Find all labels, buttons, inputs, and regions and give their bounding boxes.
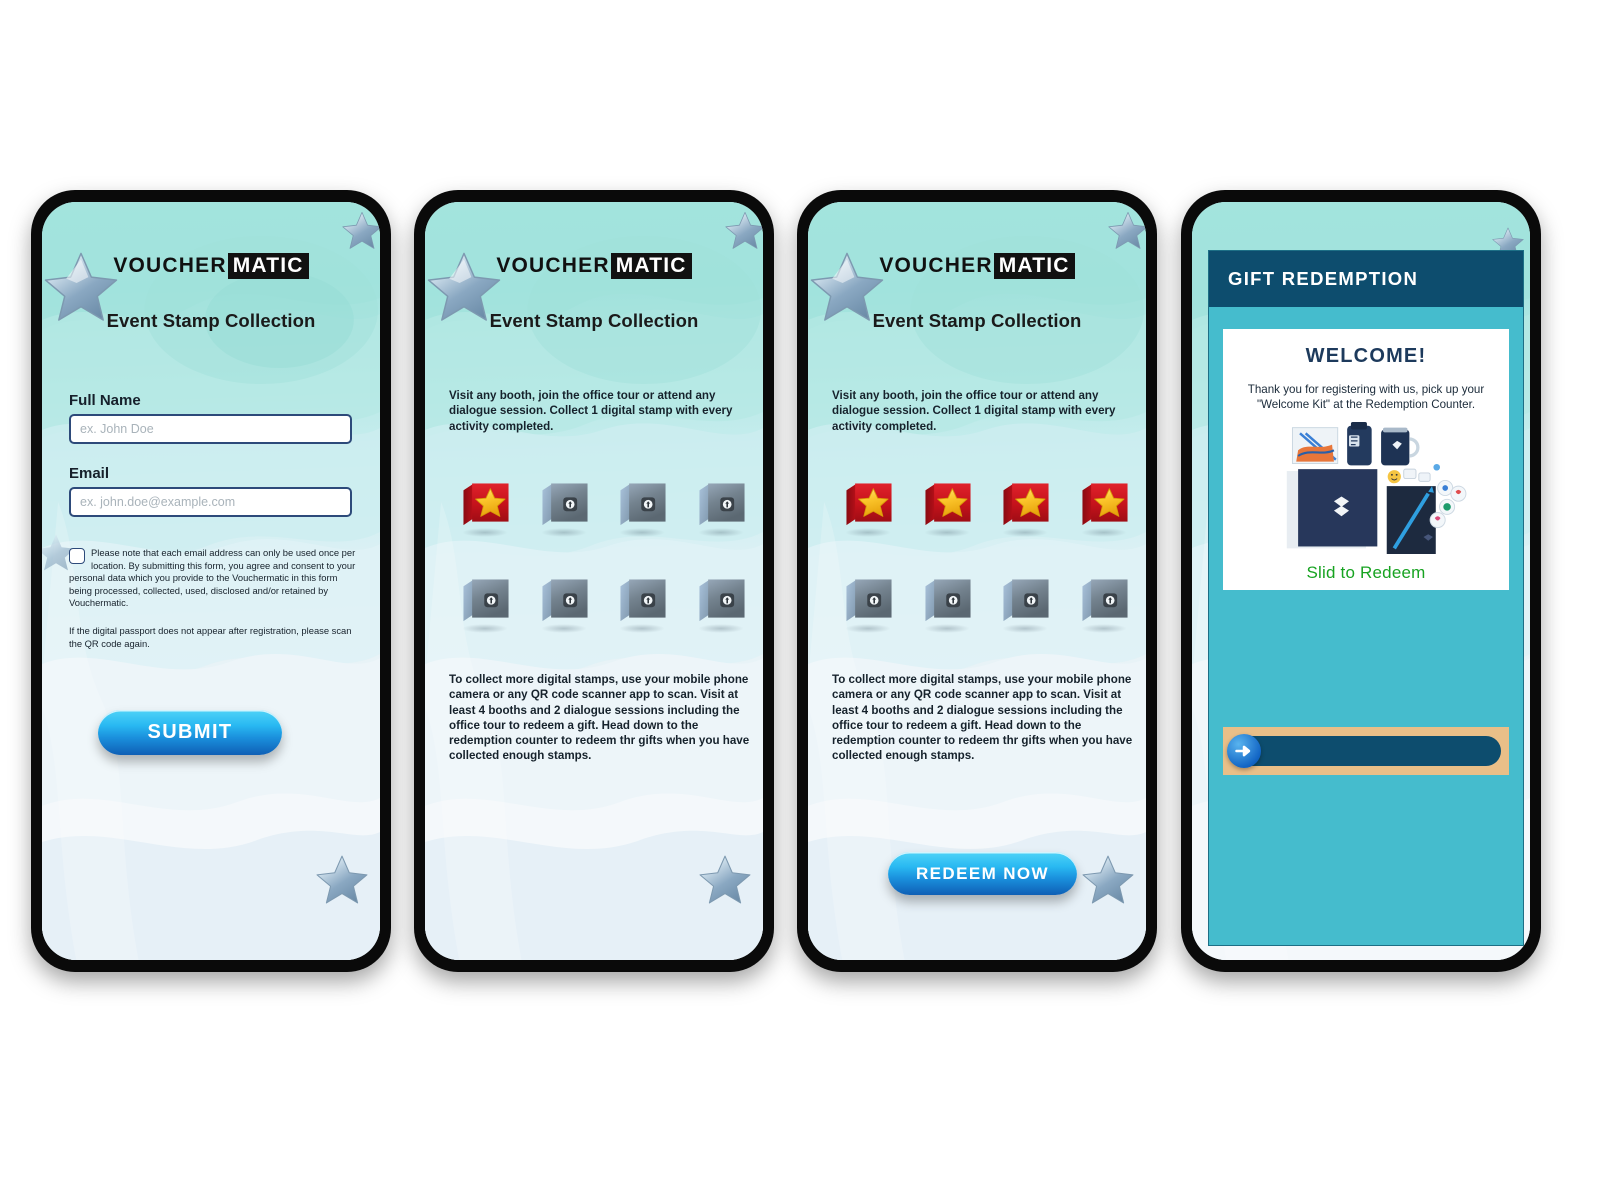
intro-text: Visit any booth, join the office tour or… bbox=[832, 389, 1116, 433]
qr-note-text: If the digital passport does not appear … bbox=[69, 625, 352, 649]
welcome-card: WELCOME! Thank you for registering with … bbox=[1223, 329, 1509, 590]
brand-logo: VOUCHER MATIC bbox=[42, 253, 380, 279]
stamp-shadow bbox=[697, 528, 744, 537]
stamp-shadow bbox=[845, 624, 892, 633]
stamp-collected[interactable] bbox=[843, 480, 895, 537]
brand-logo: VOUCHER MATIC bbox=[808, 253, 1146, 279]
screen-passport-four-stamps: VOUCHER MATIC Event Stamp Collection Visi… bbox=[808, 202, 1146, 960]
stamp-locked[interactable] bbox=[696, 576, 748, 633]
page-title: Event Stamp Collection bbox=[872, 310, 1082, 331]
slider-track[interactable] bbox=[1227, 734, 1501, 768]
full-name-label: Full Name bbox=[69, 392, 141, 409]
page-title: Event Stamp Collection bbox=[106, 310, 316, 331]
stamp-grid bbox=[447, 480, 761, 633]
screenshot-canvas: VOUCHER MATIC Event Stamp Collection Full… bbox=[0, 0, 1600, 1200]
slider-knob[interactable] bbox=[1227, 734, 1261, 768]
intro-text: Visit any booth, join the office tour or… bbox=[449, 389, 733, 433]
stamp-collected[interactable] bbox=[1000, 480, 1052, 537]
stamp-collected[interactable] bbox=[922, 480, 974, 537]
screen-passport-one-stamp: VOUCHER MATIC Event Stamp Collection Visi… bbox=[425, 202, 763, 960]
phone-registration: VOUCHER MATIC Event Stamp Collection Full… bbox=[31, 190, 391, 972]
stamp-shadow bbox=[619, 528, 666, 537]
consent-block: Please note that each email address can … bbox=[69, 547, 361, 610]
submit-button[interactable]: SUBMIT bbox=[88, 710, 282, 755]
redeem-now-button[interactable]: REDEEM NOW bbox=[878, 852, 1077, 895]
stamp-locked[interactable] bbox=[1000, 576, 1052, 633]
full-name-input[interactable] bbox=[69, 414, 352, 444]
phone-gift-redemption: GIFT REDEMPTION WELCOME! Thank you for r… bbox=[1181, 190, 1541, 972]
stamp-locked[interactable] bbox=[922, 576, 974, 633]
email-label: Email bbox=[69, 465, 110, 482]
brand-word-2: MATIC bbox=[993, 253, 1075, 279]
welcome-kit-image bbox=[1233, 422, 1499, 554]
stamp-locked[interactable] bbox=[539, 576, 591, 633]
stamp-shadow bbox=[462, 624, 509, 633]
stamp-locked[interactable] bbox=[617, 480, 669, 537]
page-title: Event Stamp Collection bbox=[489, 310, 699, 331]
phone-passport-four-stamps: VOUCHER MATIC Event Stamp Collection Visi… bbox=[797, 190, 1157, 972]
brand-word-1: VOUCHER bbox=[496, 254, 610, 277]
stamp-shadow bbox=[1080, 624, 1127, 633]
screen-registration: VOUCHER MATIC Event Stamp Collection Full… bbox=[42, 202, 380, 960]
stamp-collected[interactable] bbox=[460, 480, 512, 537]
stamp-locked[interactable] bbox=[539, 480, 591, 537]
stamp-shadow bbox=[619, 624, 666, 633]
stamp-locked[interactable] bbox=[1079, 576, 1131, 633]
stamp-locked[interactable] bbox=[843, 576, 895, 633]
stamp-locked[interactable] bbox=[696, 480, 748, 537]
stamp-shadow bbox=[1002, 528, 1049, 537]
stamp-shadow bbox=[697, 624, 744, 633]
slide-to-redeem-control[interactable] bbox=[1223, 727, 1509, 775]
slide-to-redeem-label: Slid to Redeem bbox=[1306, 563, 1426, 582]
welcome-title: WELCOME! bbox=[1305, 345, 1427, 367]
outro-text: To collect more digital stamps, use your… bbox=[832, 673, 1133, 763]
stamp-shadow bbox=[462, 528, 509, 537]
brand-word-2: MATIC bbox=[610, 253, 692, 279]
stamp-grid bbox=[830, 480, 1144, 633]
consent-checkbox[interactable] bbox=[69, 548, 85, 564]
arrow-right-icon bbox=[1235, 745, 1251, 757]
redemption-panel: GIFT REDEMPTION WELCOME! Thank you for r… bbox=[1208, 250, 1524, 946]
email-input[interactable] bbox=[69, 487, 352, 517]
stamp-shadow bbox=[923, 528, 970, 537]
stamp-shadow bbox=[540, 624, 587, 633]
consent-text: Please note that each email address can … bbox=[69, 547, 356, 609]
screen-gift-redemption: GIFT REDEMPTION WELCOME! Thank you for r… bbox=[1192, 202, 1530, 960]
stamp-shadow bbox=[540, 528, 587, 537]
welcome-message: Thank you for registering with us, pick … bbox=[1247, 383, 1485, 411]
stamp-shadow bbox=[923, 624, 970, 633]
stamp-locked[interactable] bbox=[460, 576, 512, 633]
stamp-shadow bbox=[1002, 624, 1049, 633]
brand-word-1: VOUCHER bbox=[879, 254, 993, 277]
stamp-locked[interactable] bbox=[617, 576, 669, 633]
outro-text: To collect more digital stamps, use your… bbox=[449, 673, 750, 763]
stamp-shadow bbox=[845, 528, 892, 537]
brand-logo: VOUCHER MATIC bbox=[425, 253, 763, 279]
stamp-shadow bbox=[1080, 528, 1127, 537]
phone-passport-one-stamp: VOUCHER MATIC Event Stamp Collection Visi… bbox=[414, 190, 774, 972]
redemption-header-title: GIFT REDEMPTION bbox=[1228, 268, 1419, 289]
stamp-collected[interactable] bbox=[1079, 480, 1131, 537]
redemption-header: GIFT REDEMPTION bbox=[1209, 251, 1523, 307]
brand-word-2: MATIC bbox=[227, 253, 309, 279]
brand-word-1: VOUCHER bbox=[113, 254, 227, 277]
